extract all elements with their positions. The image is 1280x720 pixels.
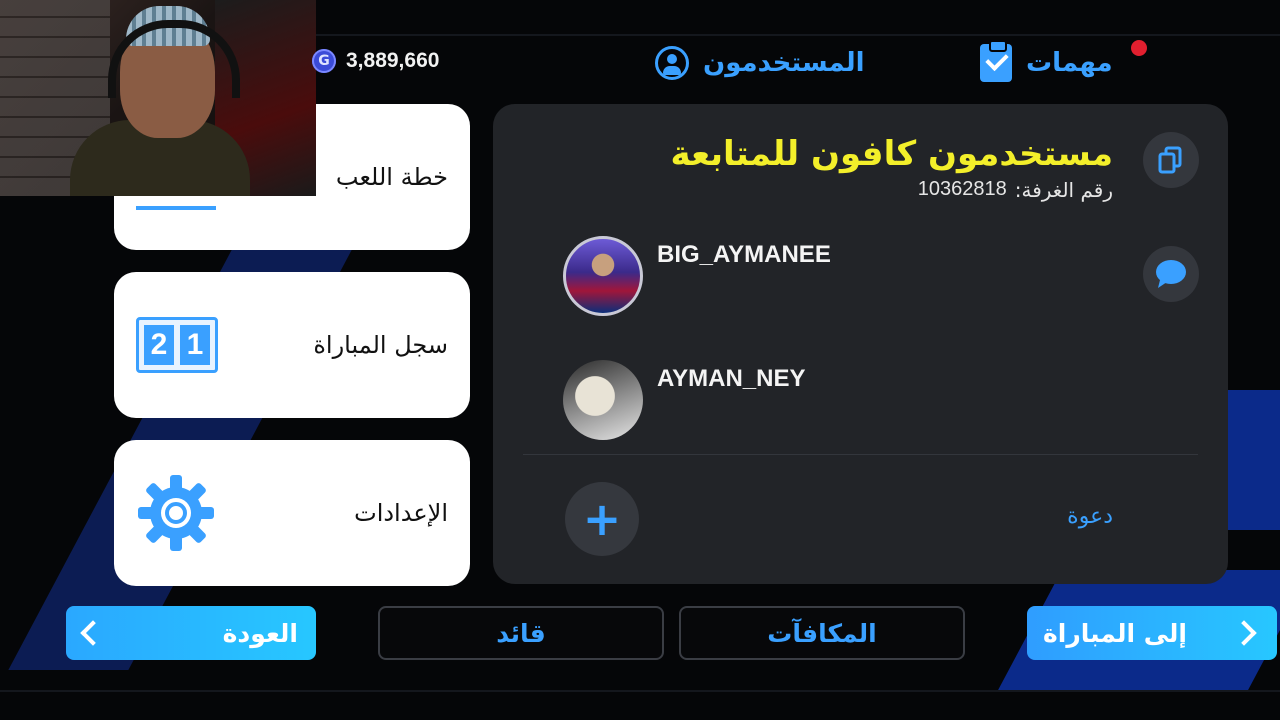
- users-label: المستخدمون: [703, 48, 865, 78]
- score-left: 2: [144, 325, 174, 365]
- room-id-line: رقم الغرفة: 10362818: [918, 178, 1113, 202]
- chat-button[interactable]: [1143, 246, 1199, 302]
- back-label: العودة: [222, 618, 298, 648]
- to-match-label: إلى المباراة: [1043, 618, 1187, 648]
- webcam-overlay: [0, 0, 316, 196]
- rewards-label: المكافآت: [767, 618, 877, 648]
- clipboard-check-icon: [980, 40, 1012, 82]
- match-history-label: سجل المباراة: [313, 331, 448, 359]
- room-label: رقم الغرفة:: [1014, 178, 1113, 202]
- player-row[interactable]: AYMAN_NEY: [563, 360, 806, 440]
- panel-divider: [523, 454, 1198, 455]
- game-plan-label: خطة اللعب: [335, 163, 448, 191]
- player-name: AYMAN_NEY: [657, 365, 806, 392]
- coin-balance: G 3,889,660: [312, 46, 439, 76]
- score-right: 1: [180, 325, 210, 365]
- formation-icon: [136, 196, 216, 210]
- coin-icon: G: [312, 49, 336, 73]
- notification-dot: [1131, 40, 1147, 56]
- tasks-tab[interactable]: مهمات: [980, 40, 1113, 86]
- room-number: 10362818: [917, 178, 1007, 200]
- game-lobby-screen: G 3,889,660 المستخدمون مهمات خطة اللعب 2…: [0, 0, 1280, 720]
- settings-button[interactable]: الإعدادات: [114, 440, 470, 586]
- room-title: مستخدمون كافون للمتابعة: [670, 134, 1113, 174]
- settings-label: الإعدادات: [354, 499, 448, 527]
- player-name: BIG_AYMANEE: [657, 241, 831, 268]
- invite-label[interactable]: دعوة: [1067, 504, 1113, 529]
- gear-icon: [138, 475, 214, 551]
- user-icon: [655, 46, 689, 80]
- tasks-label: مهمات: [1026, 48, 1113, 78]
- room-panel: مستخدمون كافون للمتابعة رقم الغرفة: 1036…: [493, 104, 1228, 584]
- plus-icon: +: [582, 492, 622, 546]
- chevron-right-icon: [1231, 620, 1257, 646]
- copy-room-button[interactable]: [1143, 132, 1199, 188]
- coin-value: 3,889,660: [346, 49, 440, 72]
- rewards-button[interactable]: المكافآت: [679, 606, 965, 660]
- player-row[interactable]: BIG_AYMANEE: [563, 236, 831, 316]
- users-tab[interactable]: المستخدمون: [655, 40, 865, 86]
- to-match-button[interactable]: إلى المباراة: [1027, 606, 1277, 660]
- bottom-divider: [0, 690, 1280, 692]
- back-button[interactable]: العودة: [66, 606, 316, 660]
- copy-icon: [1158, 146, 1182, 174]
- player-avatar: [563, 360, 643, 440]
- player-avatar: [563, 236, 643, 316]
- captain-button[interactable]: قائد: [378, 606, 664, 660]
- invite-button[interactable]: +: [565, 482, 639, 556]
- chevron-left-icon: [80, 620, 106, 646]
- chat-bubble-icon: [1156, 260, 1186, 288]
- captain-label: قائد: [496, 618, 546, 648]
- scoreboard-icon: 2 1: [136, 317, 218, 373]
- match-history-button[interactable]: 2 1 سجل المباراة: [114, 272, 470, 418]
